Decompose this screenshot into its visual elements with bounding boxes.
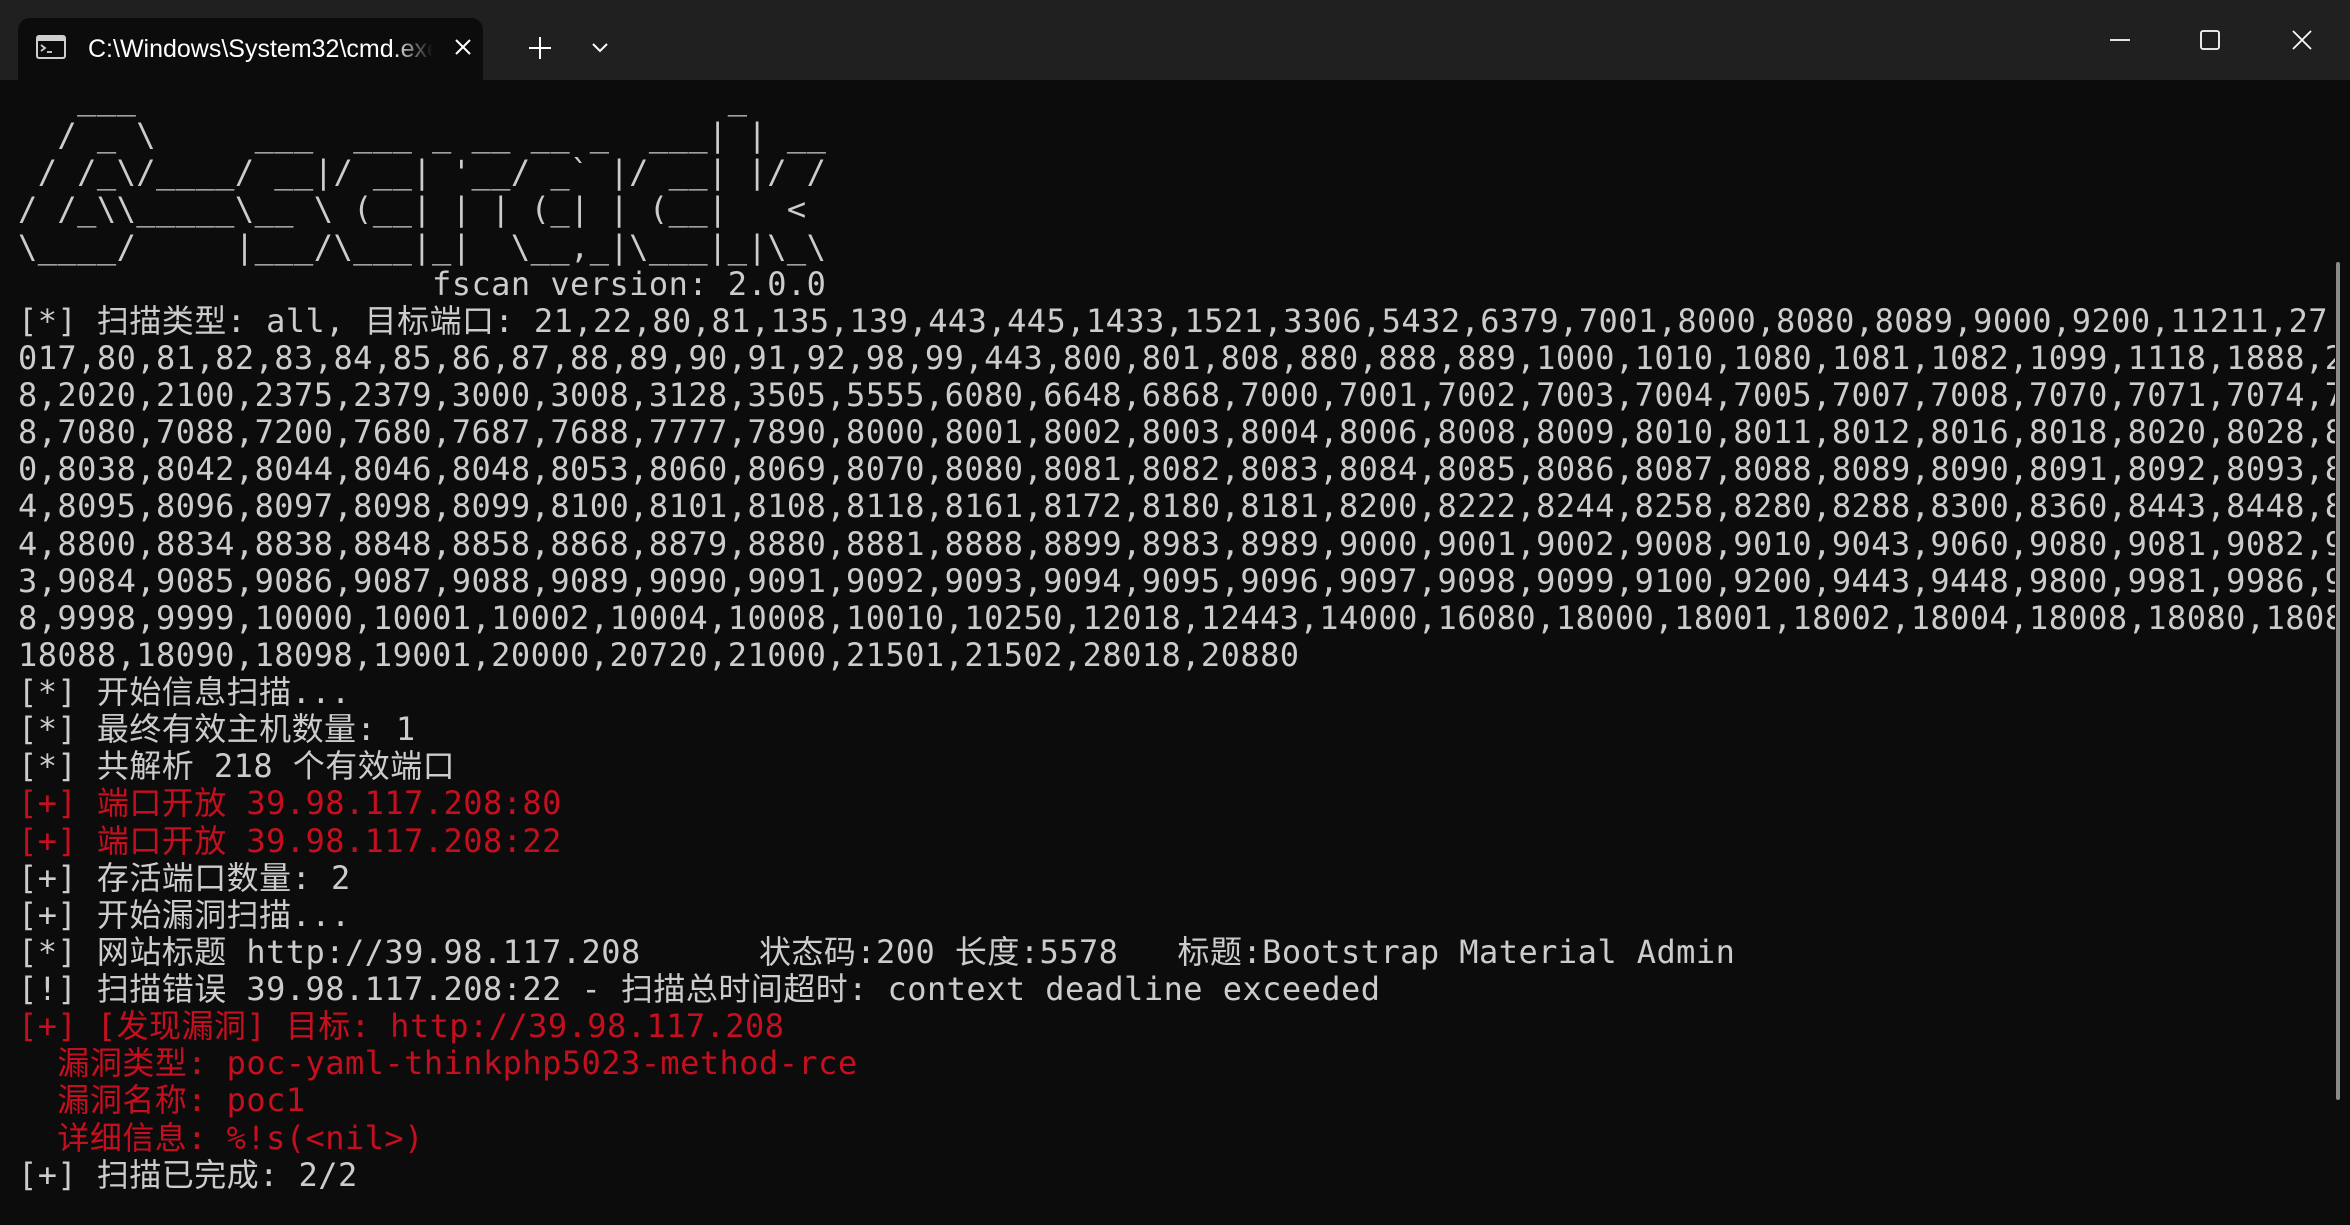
chevron-down-icon[interactable] [584, 36, 616, 60]
terminal-line: 18088,18090,18098,19001,20000,20720,2100… [18, 636, 1300, 674]
terminal-output[interactable]: ___ _ / _ \ ___ ___ _ __ __ _ ___| | __ … [0, 80, 2335, 1225]
terminal-line: 漏洞名称: poc1 [18, 1081, 306, 1119]
terminal-line: [+] 端口开放 39.98.117.208:22 [18, 822, 562, 860]
terminal-line: [*] 开始信息扫描... [18, 673, 351, 711]
plus-icon[interactable] [522, 30, 558, 66]
terminal-line: [!] 扫描错误 39.98.117.208:22 - 扫描总时间超时: con… [18, 970, 1381, 1008]
terminal-line: \____/ |___/\___|_| \__,_|\___|_|\_\ [18, 228, 847, 266]
terminal-line: [*] 共解析 218 个有效端口 [18, 747, 456, 785]
terminal-line: 4,8095,8096,8097,8098,8099,8100,8101,810… [18, 487, 2335, 525]
terminal-window: C:\Windows\System32\cmd.exe ___ _ / _ \ … [0, 0, 2350, 1225]
close-icon[interactable] [2282, 20, 2322, 60]
tab-cmd[interactable]: C:\Windows\System32\cmd.exe [18, 18, 483, 80]
title-bar: C:\Windows\System32\cmd.exe [0, 0, 2350, 80]
scrollbar-thumb[interactable] [2336, 262, 2340, 1100]
terminal-line: 8,9998,9999,10000,10001,10002,10004,1000… [18, 599, 2335, 637]
minimize-icon[interactable] [2100, 20, 2140, 60]
terminal-line: 详细信息: %!s(<nil>) [18, 1119, 424, 1157]
close-icon[interactable] [448, 32, 478, 62]
terminal-line: 4,8800,8834,8838,8848,8858,8868,8879,888… [18, 525, 2335, 563]
terminal-line: [+] 扫描已完成: 2/2 [18, 1156, 358, 1194]
terminal-line: 3,9084,9085,9086,9087,9088,9089,9090,909… [18, 562, 2335, 600]
terminal-icon [36, 35, 66, 59]
terminal-line: [*] 最终有效主机数量: 1 [18, 710, 416, 748]
terminal-line: 0,8038,8042,8044,8046,8048,8053,8060,806… [18, 450, 2335, 488]
terminal-line: [+] 开始漏洞扫描... [18, 896, 351, 934]
terminal-line: / /_\/____/ __|/ __| '__/ _` |/ __| |/ / [18, 153, 847, 191]
terminal-line: [+] 存活端口数量: 2 [18, 859, 351, 897]
maximize-icon[interactable] [2190, 20, 2230, 60]
terminal-line: 8,2020,2100,2375,2379,3000,3008,3128,350… [18, 376, 2335, 414]
terminal-line: [*] 网站标题 http://39.98.117.208 状态码:200 长度… [18, 933, 1736, 971]
terminal-line: / /_\\_____\__ \ (__| | | (_| | (__| < [18, 190, 847, 228]
terminal-line: fscan version: 2.0.0 [18, 265, 827, 303]
terminal-line: 8,7080,7088,7200,7680,7687,7688,7777,789… [18, 413, 2335, 451]
terminal-line: / _ \ ___ ___ _ __ __ _ ___| | __ [18, 116, 847, 154]
terminal-line: 017,80,81,82,83,84,85,86,87,88,89,90,91,… [18, 339, 2335, 377]
tab-title: C:\Windows\System32\cmd.exe [88, 35, 433, 63]
terminal-line: [+] [发现漏洞] 目标: http://39.98.117.208 [18, 1007, 785, 1045]
terminal-line: 漏洞类型: poc-yaml-thinkphp5023-method-rce [18, 1044, 858, 1082]
terminal-line: ___ _ [18, 80, 827, 117]
terminal-line: [+] 端口开放 39.98.117.208:80 [18, 784, 562, 822]
terminal-line: [*] 扫描类型: all, 目标端口: 21,22,80,81,135,139… [18, 302, 2329, 340]
